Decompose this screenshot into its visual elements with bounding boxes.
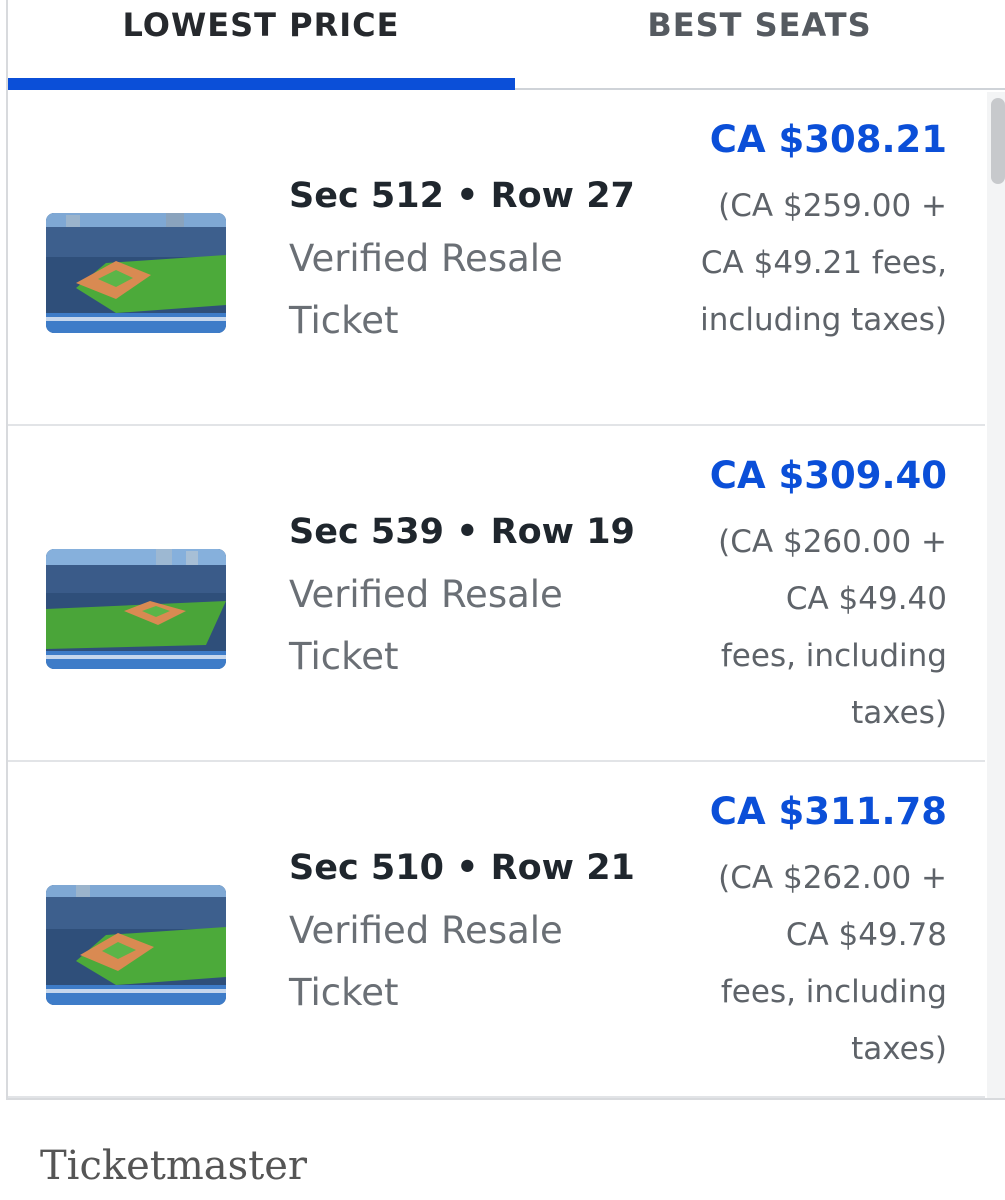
stadium-thumbnail [46, 885, 226, 1005]
ticket-type: Verified Resale Ticket [289, 909, 563, 1014]
scrollbar-thumb[interactable] [991, 98, 1005, 184]
tab-lowest-price[interactable]: LOWEST PRICE [8, 0, 514, 88]
stadium-thumbnail [46, 213, 226, 333]
ticket-price: CA $308.21 [709, 118, 947, 161]
tab-best-seats[interactable]: BEST SEATS [514, 0, 1005, 88]
seat-location: Sec 510 • Row 21 [289, 848, 635, 888]
ticket-list: Sec 512 • Row 27 Verified Resale Ticket … [8, 90, 985, 1098]
ticket-row[interactable]: Sec 539 • Row 19 Verified Resale Ticket … [8, 426, 985, 762]
seat-location: Sec 512 • Row 27 [289, 176, 635, 216]
ticket-type: Verified Resale Ticket [289, 237, 563, 342]
sort-tabs: LOWEST PRICE BEST SEATS [8, 0, 1005, 90]
stadium-thumbnail [46, 549, 226, 669]
price-breakdown: (CA $262.00 + CA $49.78 fees, including … [718, 860, 947, 1067]
source-caption: Ticketmaster [40, 1143, 308, 1189]
price-breakdown: (CA $259.00 + CA $49.21 fees, including … [700, 188, 947, 338]
active-tab-indicator [8, 78, 515, 90]
ticket-price: CA $309.40 [709, 454, 947, 497]
seat-location: Sec 539 • Row 19 [289, 512, 635, 552]
ticket-row[interactable]: Sec 510 • Row 21 Verified Resale Ticket … [8, 762, 985, 1098]
ticket-listing-panel: LOWEST PRICE BEST SEATS Sec 512 • Row 27… [6, 0, 1005, 1100]
ticket-row[interactable]: Sec 512 • Row 27 Verified Resale Ticket … [8, 90, 985, 426]
ticket-type: Verified Resale Ticket [289, 573, 563, 678]
price-breakdown: (CA $260.00 + CA $49.40 fees, including … [718, 524, 947, 731]
ticket-price: CA $311.78 [709, 790, 947, 833]
list-scrollbar[interactable] [987, 92, 1005, 1098]
